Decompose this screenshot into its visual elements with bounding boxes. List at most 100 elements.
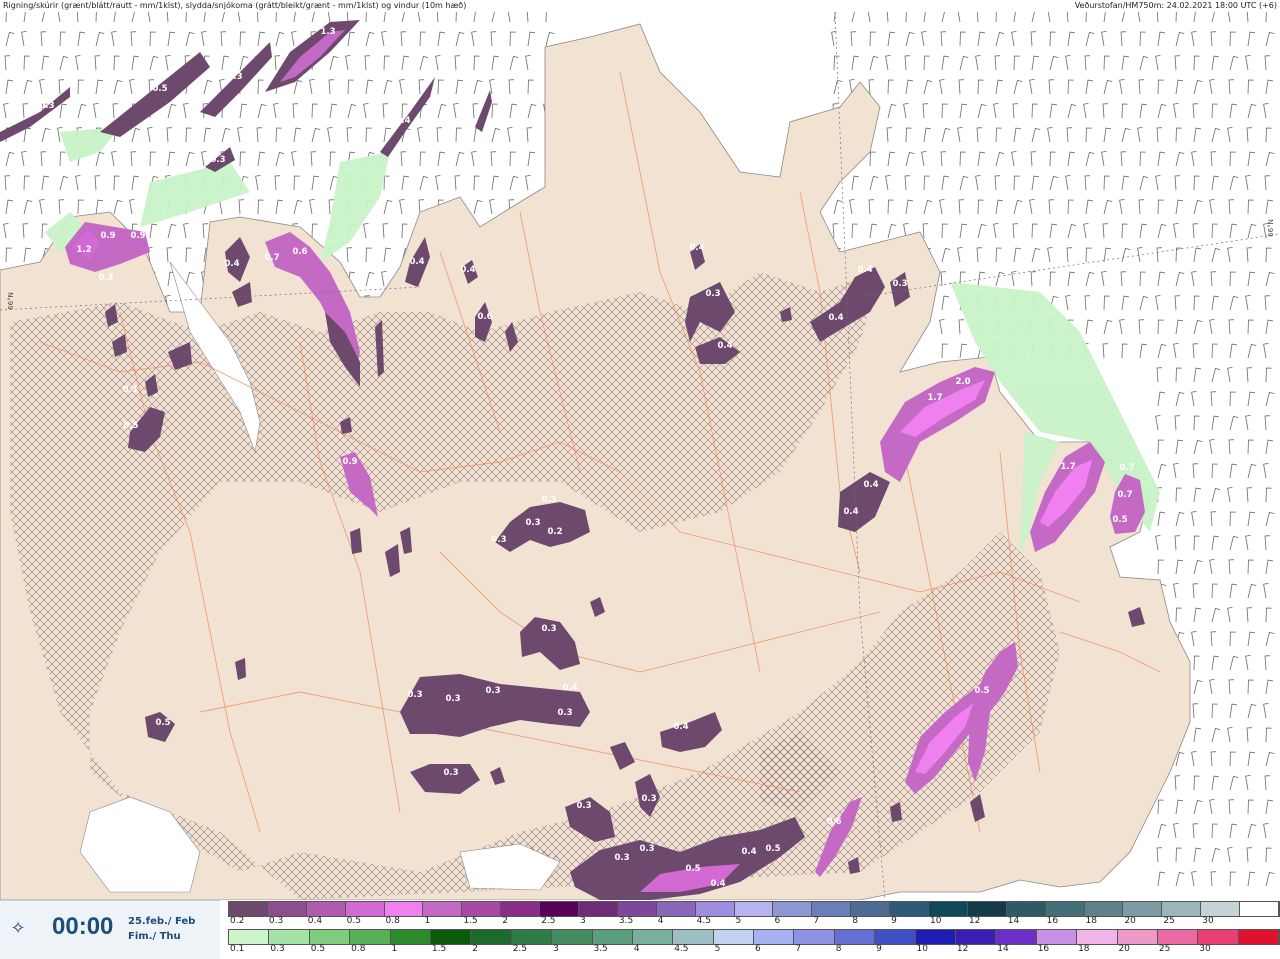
wind-barb (941, 247, 951, 263)
wind-barb (1137, 6, 1143, 23)
wind-barb (1173, 462, 1179, 479)
wind-barb (1193, 295, 1200, 311)
precip-value-label: 0.7 (264, 253, 279, 263)
wind-barb (1085, 79, 1093, 95)
wind-barb (1193, 775, 1200, 791)
wind-barb (1193, 559, 1203, 575)
wind-barb (1174, 775, 1181, 791)
wind-barb (1228, 679, 1235, 695)
wind-barb (1139, 343, 1147, 359)
wind-barb (435, 174, 441, 191)
wind-barb (1175, 871, 1185, 887)
wind-barb (401, 175, 409, 191)
rain-legend-label: 0.1 (230, 944, 245, 954)
wind-barb (1247, 871, 1255, 887)
wind-barb (1121, 247, 1131, 263)
wind-barb (1193, 127, 1201, 143)
rain-legend-label: 0.3 (270, 944, 285, 954)
wind-barb (1209, 198, 1215, 215)
wind-barb (347, 31, 355, 47)
wind-barb (1247, 199, 1254, 215)
wind-barb (383, 7, 391, 23)
compass-icon[interactable]: ✧ (6, 917, 30, 941)
wind-barb (167, 223, 177, 239)
wind-barb (5, 7, 12, 23)
wind-barb (1175, 511, 1185, 527)
wind-barb (436, 7, 443, 23)
wind-barb (1030, 31, 1037, 47)
rain-legend-label: 3 (553, 944, 559, 954)
wind-barb (904, 175, 911, 191)
precip-value-label: 1.3 (320, 27, 335, 37)
wind-barb (1175, 559, 1183, 575)
rain-legend-label: 9 (876, 944, 882, 954)
wind-barb (509, 151, 516, 167)
wind-barb (1121, 223, 1128, 239)
rain-legend-swatch (1198, 930, 1239, 944)
wind-barb (1155, 534, 1161, 551)
wind-barb (400, 151, 407, 167)
wind-barb (130, 31, 137, 47)
wind-barb (1013, 55, 1020, 71)
wind-barb (1192, 703, 1199, 719)
wind-barb (923, 175, 930, 191)
wind-barb (399, 78, 405, 95)
snow-legend-label: 0.2 (230, 916, 245, 926)
wind-barb (1083, 102, 1089, 119)
wind-barb (435, 54, 441, 71)
wind-barb (1263, 102, 1269, 119)
wind-barb (509, 55, 519, 71)
wind-barb (1137, 126, 1143, 143)
wind-barb (328, 79, 335, 95)
wind-barb (1084, 295, 1091, 311)
wind-barb (1245, 534, 1251, 551)
wind-barb (1193, 487, 1201, 503)
precip-value-label: 0.5 (974, 686, 989, 696)
wind-barb (75, 54, 81, 71)
wind-barb (185, 247, 192, 263)
wind-barb (1227, 726, 1233, 743)
wind-barb (1120, 31, 1127, 47)
wind-barb (1264, 535, 1271, 551)
time-box[interactable]: ✧ 00:00 25.feb./ Feb Fim./ Thu (0, 900, 220, 959)
wind-barb (1156, 367, 1163, 383)
snow-legend-label: 6 (774, 916, 781, 926)
wind-barb (1228, 79, 1235, 95)
wind-barb (886, 7, 893, 23)
wind-barb (1209, 558, 1215, 575)
wind-barb (1191, 870, 1197, 887)
wind-barb (509, 31, 516, 47)
wind-barb (347, 103, 357, 119)
precip-value-label: 0.9 (100, 231, 115, 241)
wind-barb (185, 7, 192, 23)
rain-legend-label: 3.5 (593, 944, 608, 954)
wind-barb (4, 55, 11, 71)
wind-barb (958, 319, 965, 335)
rain-legend: 0.1 0.3 0.5 0.8 1 1.5 2 2.5 3 3.5 4 4.5 5 6 7 8 9 10 12 14 1… (228, 929, 1280, 959)
precip-value-label: 0.3 (557, 708, 572, 718)
rain-legend-swatch (834, 930, 876, 944)
wind-barb (4, 175, 11, 191)
wind-barb (183, 102, 189, 119)
wind-barb (1047, 126, 1053, 143)
wind-barb (149, 55, 159, 71)
wind-barb (923, 55, 930, 71)
forecast-map[interactable]: 1.3 0.5 0.3 0.3 0.4 0.3 1.2 0.9 0.9 0.3 0.7 0.6 0.4 0… (0, 6, 1280, 901)
wind-barb (1085, 199, 1093, 215)
wind-barb (383, 79, 393, 95)
wind-barb (1155, 54, 1161, 71)
wind-barb (41, 55, 49, 71)
snow-legend-swatch (812, 902, 852, 916)
wind-barb (959, 223, 967, 239)
wind-barb (1265, 271, 1275, 287)
snow-legend-swatch (1006, 902, 1046, 916)
wind-barb (59, 31, 66, 47)
precip-value-label: 0.3 (541, 495, 556, 505)
wind-barb (1247, 343, 1257, 359)
wind-barb (939, 198, 945, 215)
wind-barb (1049, 151, 1056, 167)
wind-barb (1209, 438, 1215, 455)
wind-barb (1228, 559, 1235, 575)
wind-barb (1210, 31, 1217, 47)
rain-legend-swatch (794, 930, 835, 944)
